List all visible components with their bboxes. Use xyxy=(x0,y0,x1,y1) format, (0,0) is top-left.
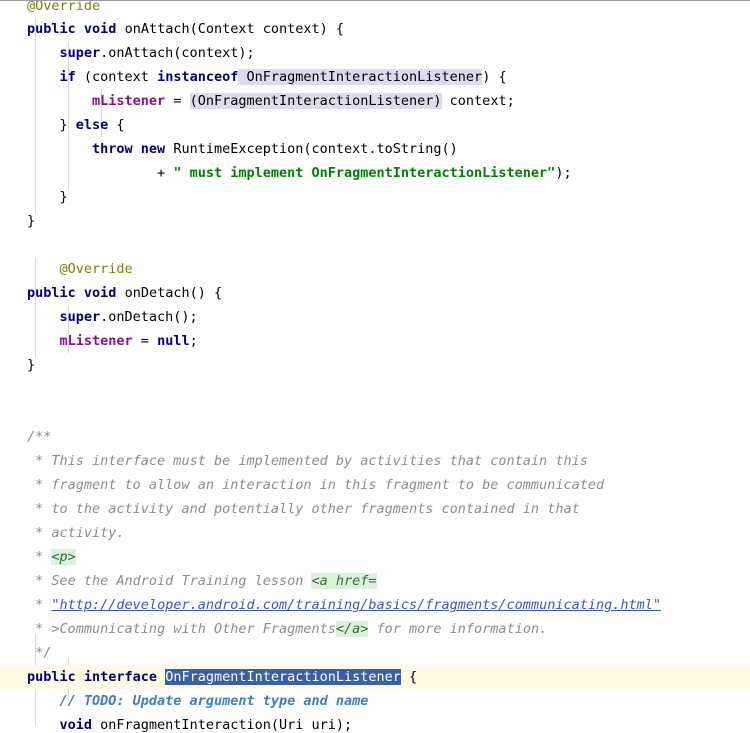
code-line[interactable]: * <p> xyxy=(0,545,750,569)
javadoc-close: */ xyxy=(35,645,52,661)
code-line[interactable]: * to the activity and potentially other … xyxy=(0,497,750,521)
code-line[interactable]: public void onDetach() { xyxy=(0,281,750,305)
code-line[interactable]: } else { xyxy=(0,113,750,137)
code-line[interactable]: * "http://developer.android.com/training… xyxy=(0,593,750,617)
field-mlistener: mListener xyxy=(59,333,133,349)
javadoc-text: * fragment to allow an interaction in th… xyxy=(35,477,605,493)
code-line-blank[interactable] xyxy=(0,401,750,425)
keyword-void: void xyxy=(83,21,117,37)
keyword-public: public xyxy=(27,669,76,685)
code-line[interactable]: } xyxy=(0,209,750,233)
keyword-super: super xyxy=(59,309,101,325)
occurrence-highlight-listener-type: OnFragmentInteractionListener xyxy=(238,69,483,85)
code-line-current[interactable]: public interface OnFragmentInteractionLi… xyxy=(0,665,750,689)
keyword-interface: interface xyxy=(75,669,158,685)
code-line[interactable]: void onFragmentInteraction(Uri uri); xyxy=(0,713,750,733)
javadoc-text: * to the activity and potentially other … xyxy=(35,501,580,517)
code-line[interactable]: */ xyxy=(0,641,750,665)
keyword-if: if xyxy=(59,69,76,85)
javadoc-text: * activity. xyxy=(35,525,125,541)
code-line[interactable]: mListener = (OnFragmentInteractionListen… xyxy=(0,89,750,113)
selected-identifier-onfragmentinteractionlistener[interactable]: OnFragmentInteractionListener xyxy=(165,669,401,685)
code-line[interactable]: * This interface must be implemented by … xyxy=(0,449,750,473)
code-line[interactable]: super.onAttach(context); xyxy=(0,41,750,65)
code-line[interactable]: * See the Android Training lesson <a hre… xyxy=(0,569,750,593)
javadoc-html-tag-p: <p> xyxy=(51,549,76,565)
code-line[interactable]: * fragment to allow an interaction in th… xyxy=(0,473,750,497)
javadoc-html-tag-a-close: </a> xyxy=(335,621,369,637)
keyword-else: else xyxy=(75,117,109,133)
code-area[interactable]: @Override public void onAttach(Context c… xyxy=(0,1,750,733)
javadoc-html-tag-a-open: <a href= xyxy=(311,573,377,589)
javadoc-open: /** xyxy=(27,429,52,445)
super-onattach-call: .onAttach(context); xyxy=(100,45,255,61)
code-line-blank[interactable] xyxy=(0,233,750,257)
method-signature-onfragmentinteraction: onFragmentInteraction(Uri uri); xyxy=(92,717,353,733)
keyword-throw: throw xyxy=(92,141,133,157)
keyword-public: public xyxy=(27,285,76,301)
code-line[interactable]: * activity. xyxy=(0,521,750,545)
javadoc-text: * This interface must be implemented by … xyxy=(35,453,588,469)
code-line[interactable]: * >Communicating with Other Fragments</a… xyxy=(0,617,750,641)
code-line[interactable]: /** xyxy=(0,425,750,449)
keyword-super: super xyxy=(59,45,101,61)
code-line[interactable]: } xyxy=(0,353,750,377)
code-line[interactable]: @Override xyxy=(0,257,750,281)
code-editor[interactable]: @Override public void onAttach(Context c… xyxy=(0,0,750,733)
occurrence-highlight-listener-cast: (OnFragmentInteractionListener) xyxy=(189,93,442,109)
keyword-void: void xyxy=(59,717,93,733)
keyword-public: public xyxy=(27,21,76,37)
string-literal-must-implement: " must implement OnFragmentInteractionLi… xyxy=(173,165,556,181)
todo-comment: // TODO: Update argument type and name xyxy=(59,693,369,709)
javadoc-text: * See the Android Training lesson xyxy=(35,573,312,589)
runtime-exception-call: RuntimeException(context.toString() xyxy=(165,141,458,157)
annotation-override: @Override xyxy=(59,261,133,277)
keyword-new: new xyxy=(132,141,166,157)
javadoc-link-text: Communicating with Other Fragments xyxy=(59,621,336,637)
keyword-null: null xyxy=(157,333,190,349)
keyword-void: void xyxy=(83,285,117,301)
code-line[interactable]: super.onDetach(); xyxy=(0,305,750,329)
code-line[interactable]: @Override xyxy=(0,1,750,17)
annotation-override: @Override xyxy=(27,1,101,14)
method-signature-onattach: onAttach(Context context) { xyxy=(116,21,345,37)
code-line[interactable]: throw new RuntimeException(context.toStr… xyxy=(0,137,750,161)
super-ondetach-call: .onDetach(); xyxy=(100,309,198,325)
field-mlistener: mListener xyxy=(92,93,166,109)
code-line[interactable]: public void onAttach(Context context) { xyxy=(0,17,750,41)
code-line[interactable]: // TODO: Update argument type and name xyxy=(0,689,750,713)
javadoc-link-url[interactable]: "http://developer.android.com/training/b… xyxy=(51,597,661,613)
code-line[interactable]: } xyxy=(0,185,750,209)
method-signature-ondetach: onDetach() { xyxy=(116,285,223,301)
code-line[interactable]: mListener = null; xyxy=(0,329,750,353)
code-line[interactable]: if (context instanceof OnFragmentInterac… xyxy=(0,65,750,89)
keyword-instanceof: instanceof xyxy=(157,69,239,85)
code-line-blank[interactable] xyxy=(0,377,750,401)
code-line[interactable]: + " must implement OnFragmentInteraction… xyxy=(0,161,750,185)
